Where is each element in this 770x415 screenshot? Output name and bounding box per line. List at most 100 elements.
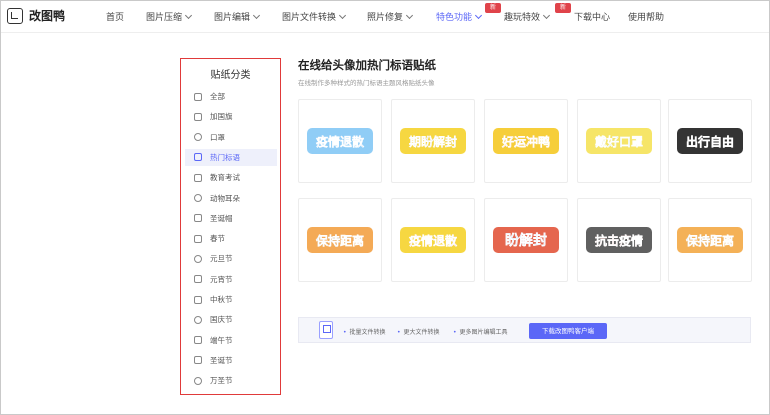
nav-item-label: 使用帮助 xyxy=(628,13,665,23)
chevron-down-icon xyxy=(338,11,347,20)
nav-item[interactable]: 趣玩特效 xyxy=(504,10,551,23)
download-client-bar: 批量文件转换 更大文件转换 更多图片编辑工具 下载改图鸭客户端 xyxy=(298,317,751,343)
sticker-image: 出行自由 xyxy=(677,128,743,154)
sidebar-item[interactable]: 国庆节 xyxy=(185,311,277,328)
logo-icon xyxy=(7,7,23,24)
sidebar-item-label: 端午节 xyxy=(210,335,233,345)
sticker-text: 保持距离 xyxy=(685,233,734,248)
sidebar-item[interactable]: 端午节 xyxy=(185,332,277,349)
sticker-image: 盼解封 xyxy=(493,227,559,253)
nav-item-label: 照片修复 xyxy=(367,13,404,23)
sidebar-item[interactable]: 万圣节 xyxy=(185,372,277,389)
feature-item: 批量文件转换 xyxy=(343,327,386,336)
feature-item: 更大文件转换 xyxy=(397,327,440,336)
sidebar-item[interactable]: 口罩 xyxy=(185,129,277,146)
download-client-button[interactable]: 下载改图鸭客户端 xyxy=(529,323,607,339)
sticker-card[interactable]: 抗击疫情 xyxy=(577,198,661,282)
sticker-card[interactable]: 好运冲鸭 xyxy=(484,99,568,183)
client-logo-icon xyxy=(319,321,333,339)
sticker-card[interactable]: 疫情退散 xyxy=(391,198,475,282)
page-title: 在线给头像加热门标语贴纸 xyxy=(298,58,436,72)
flag-icon xyxy=(194,112,202,121)
christmas-tree-icon xyxy=(194,356,202,365)
chevron-down-icon xyxy=(405,11,414,20)
sidebar-item[interactable]: 圣诞帽 xyxy=(185,210,277,227)
nav-item[interactable]: 首页 xyxy=(106,10,124,23)
nav-item[interactable]: 照片修复 xyxy=(367,10,414,23)
sidebar-item-label: 圣诞节 xyxy=(210,355,233,365)
sidebar-item[interactable]: 中秋节 xyxy=(185,291,277,308)
sidebar-item[interactable]: 圣诞节 xyxy=(185,352,277,369)
nav-item[interactable]: 下载中心 xyxy=(574,10,610,23)
top-navigation: 改图鸭 首页 图片压缩 图片编辑 图片文件转换 照片修复 特色功能 趣玩特效 下载中心 使用帮助… xyxy=(1,1,769,33)
moon-icon xyxy=(194,295,202,304)
zongzi-icon xyxy=(194,336,202,345)
sticker-category-sidebar: 贴纸分类 全部加国旗口罩热门标语教育考试动物耳朵圣诞帽春节元旦节元宵节中秋节国庆… xyxy=(180,58,281,395)
sticker-card[interactable]: 戴好口罩 xyxy=(577,99,661,183)
hot-slogan-icon xyxy=(194,153,202,162)
mask-icon xyxy=(194,133,202,142)
sidebar-item[interactable]: 热门标语 xyxy=(185,148,277,166)
calendar-icon xyxy=(194,254,202,263)
sticker-text: 出行自由 xyxy=(686,134,734,149)
sidebar-item[interactable]: 全部 xyxy=(185,88,277,105)
sticker-card[interactable]: 期盼解封 xyxy=(391,99,475,183)
sticker-card[interactable]: 保持距离 xyxy=(668,198,752,282)
new-badge: 新 xyxy=(485,3,501,13)
book-icon xyxy=(194,173,202,182)
nav-item-label: 图片编辑 xyxy=(214,13,251,23)
sidebar-item[interactable]: 动物耳朵 xyxy=(185,190,277,207)
spring-festival-icon xyxy=(194,234,202,243)
sidebar-item-label: 万圣节 xyxy=(210,376,233,386)
sidebar-item-label: 元旦节 xyxy=(210,254,233,264)
nav-item[interactable]: 图片编辑 xyxy=(214,10,261,23)
nav-item-label: 图片文件转换 xyxy=(282,13,337,23)
sidebar-item[interactable]: 元旦节 xyxy=(185,250,277,267)
sticker-image: 疫情退散 xyxy=(400,227,466,253)
sidebar-item-label: 加国旗 xyxy=(210,112,233,122)
sidebar-item[interactable]: 元宵节 xyxy=(185,271,277,288)
national-flag-icon xyxy=(194,315,202,324)
sidebar-item[interactable]: 加国旗 xyxy=(185,108,277,125)
sidebar-item-label: 国庆节 xyxy=(210,315,233,325)
nav-item-label: 首页 xyxy=(106,13,125,23)
sticker-card[interactable]: 疫情退散 xyxy=(298,99,382,183)
nav-item-label: 趣玩特效 xyxy=(504,13,541,23)
sidebar-title: 贴纸分类 xyxy=(210,70,251,81)
sticker-text: 保持距离 xyxy=(315,233,364,248)
sidebar-item[interactable]: 春节 xyxy=(185,230,277,247)
sidebar-item-label: 动物耳朵 xyxy=(210,193,240,203)
sticker-text: 盼解封 xyxy=(505,232,547,249)
nav-item-label: 下载中心 xyxy=(574,13,611,23)
sticker-card[interactable]: 保持距离 xyxy=(298,198,382,282)
sticker-text: 抗击疫情 xyxy=(595,233,643,248)
sidebar-item-label: 春节 xyxy=(210,234,225,244)
sidebar-item-label: 全部 xyxy=(210,92,225,101)
sticker-text: 好运冲鸭 xyxy=(501,134,550,149)
sticker-card[interactable]: 盼解封 xyxy=(484,198,568,282)
nav-item-label: 特色功能 xyxy=(436,13,473,23)
sticker-card[interactable]: 出行自由 xyxy=(668,99,752,183)
nav-item[interactable]: 图片文件转换 xyxy=(282,10,347,23)
nav-item[interactable]: 使用帮助 xyxy=(628,10,664,23)
pumpkin-icon xyxy=(194,376,202,385)
nav-item-label: 图片压缩 xyxy=(146,13,183,23)
new-badge: 新 xyxy=(555,3,571,13)
sticker-image: 期盼解封 xyxy=(400,128,466,154)
chevron-down-icon xyxy=(542,11,551,20)
feature-item: 更多图片编辑工具 xyxy=(453,327,508,336)
sidebar-item-label: 圣诞帽 xyxy=(210,213,233,223)
sidebar-item[interactable]: 教育考试 xyxy=(185,169,277,186)
sticker-image: 疫情退散 xyxy=(307,128,373,154)
grid-icon xyxy=(194,92,202,101)
logo[interactable]: 改图鸭 xyxy=(7,7,65,24)
sidebar-item-label: 中秋节 xyxy=(210,295,233,304)
sticker-image: 保持距离 xyxy=(677,227,743,253)
nav-item[interactable]: 图片压缩 xyxy=(146,10,193,23)
logo-text: 改图鸭 xyxy=(29,9,66,23)
sticker-text: 戴好口罩 xyxy=(595,134,643,149)
sidebar-item-label: 元宵节 xyxy=(210,274,233,284)
sidebar-item-label: 教育考试 xyxy=(210,173,240,183)
nav-item[interactable]: 特色功能 xyxy=(436,10,483,23)
sidebar-item-label: 口罩 xyxy=(210,132,225,142)
